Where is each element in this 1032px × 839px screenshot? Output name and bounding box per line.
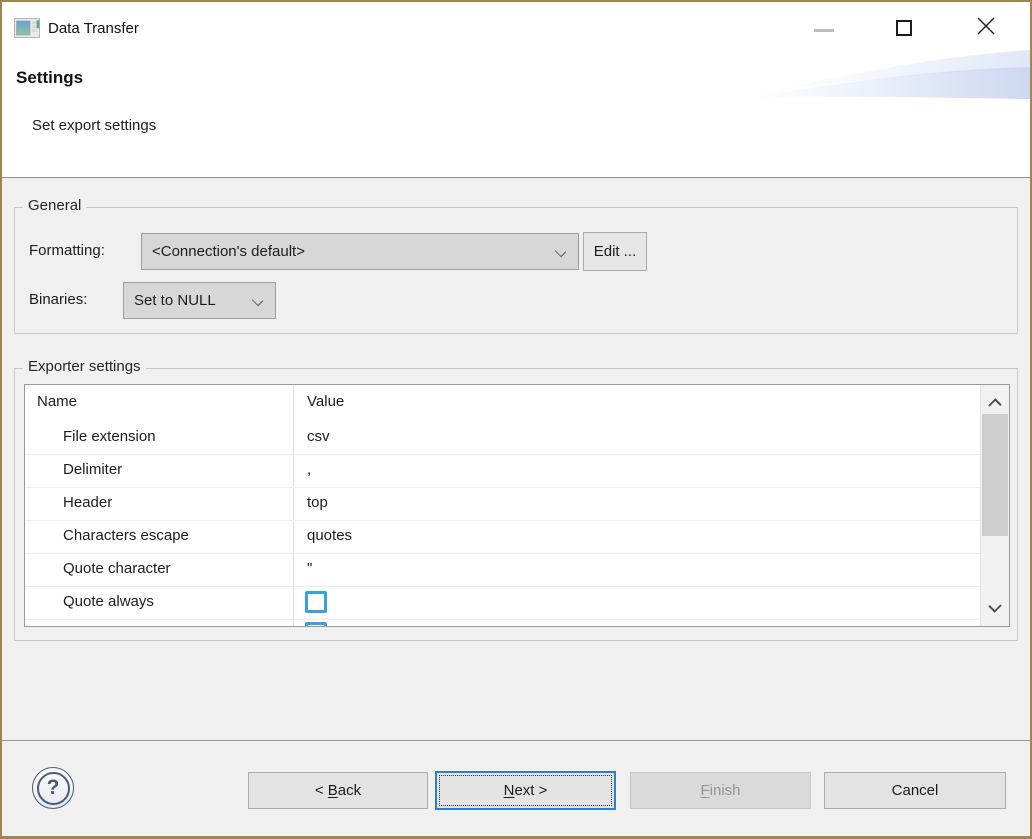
- wizard-banner: Data Transfer Settings Set export settin…: [2, 2, 1030, 178]
- binaries-selected-value: Set to NULL: [134, 292, 216, 309]
- setting-value[interactable]: top: [307, 494, 328, 511]
- close-icon[interactable]: [974, 14, 998, 38]
- page-subtitle: Set export settings: [32, 117, 156, 134]
- setting-name: File extension: [63, 428, 156, 445]
- finish-label-mnemonic: F: [700, 782, 709, 799]
- general-group-legend: General: [23, 197, 86, 214]
- cancel-button[interactable]: Cancel: [824, 772, 1006, 809]
- setting-name: Characters escape: [63, 527, 189, 544]
- back-button[interactable]: < Back: [248, 772, 428, 809]
- page-title: Settings: [16, 68, 83, 88]
- window-title: Data Transfer: [48, 20, 139, 37]
- binaries-select[interactable]: Set to NULL: [123, 282, 276, 319]
- partial-next-row: [25, 620, 980, 626]
- table-row[interactable]: Characters escape quotes: [25, 521, 980, 554]
- next-label-mnemonic: N: [504, 782, 515, 799]
- question-mark-icon: ?: [37, 772, 70, 805]
- exporter-group-legend: Exporter settings: [23, 358, 146, 375]
- setting-name: Quote always: [63, 593, 154, 610]
- next-button[interactable]: Next >: [435, 771, 616, 810]
- data-transfer-app-icon: [14, 17, 40, 39]
- setting-value[interactable]: ": [307, 560, 312, 577]
- button-bar: ? < Back Next > Finish Cancel: [2, 741, 1030, 836]
- binaries-label: Binaries:: [29, 291, 87, 308]
- setting-value[interactable]: csv: [307, 428, 330, 445]
- cancel-label: Cancel: [892, 782, 939, 799]
- next-row-checkbox-partial[interactable]: [305, 622, 327, 626]
- data-transfer-dialog: Data Transfer Settings Set export settin…: [0, 0, 1032, 839]
- finish-button: Finish: [630, 772, 811, 809]
- setting-value[interactable]: ,: [307, 461, 311, 478]
- banner-swoosh-decoration: [746, 46, 1030, 100]
- help-button[interactable]: ?: [32, 767, 74, 809]
- finish-label-suffix: inish: [710, 782, 741, 799]
- setting-value[interactable]: quotes: [307, 527, 352, 544]
- chevron-down-icon: [252, 295, 263, 306]
- setting-name: Header: [63, 494, 112, 511]
- table-row[interactable]: File extension csv: [25, 422, 980, 455]
- table-header-row: Name Value: [25, 385, 980, 422]
- setting-name: Quote character: [63, 560, 171, 577]
- formatting-label: Formatting:: [29, 242, 105, 259]
- maximize-icon[interactable]: [896, 20, 912, 36]
- scroll-down-icon[interactable]: [988, 599, 1001, 612]
- vertical-scrollbar[interactable]: [980, 385, 1009, 626]
- formatting-select[interactable]: <Connection's default>: [141, 233, 579, 270]
- exporter-settings-table: Name Value File extension csv Delimiter …: [24, 384, 1010, 627]
- column-header-value: Value: [307, 393, 344, 410]
- quote-always-checkbox[interactable]: [305, 591, 327, 613]
- scroll-up-icon[interactable]: [988, 398, 1001, 411]
- column-header-name: Name: [37, 393, 77, 410]
- table-row[interactable]: Delimiter ,: [25, 455, 980, 488]
- table-row[interactable]: Quote always: [25, 587, 980, 620]
- formatting-selected-value: <Connection's default>: [152, 243, 305, 260]
- next-label-suffix: ext >: [514, 782, 547, 799]
- general-group: General Formatting: <Connection's defaul…: [14, 207, 1018, 334]
- question-mark-glyph: ?: [47, 776, 60, 800]
- exporter-settings-group: Exporter settings Name Value File extens…: [14, 368, 1018, 641]
- table-row[interactable]: Quote character ": [25, 554, 980, 587]
- edit-button[interactable]: Edit ...: [583, 232, 647, 271]
- minimize-icon[interactable]: [814, 29, 834, 32]
- setting-name: Delimiter: [63, 461, 122, 478]
- back-label-mnemonic: B: [328, 782, 338, 799]
- chevron-down-icon: [555, 246, 566, 257]
- back-label-suffix: ack: [338, 782, 361, 799]
- scrollbar-thumb[interactable]: [982, 414, 1008, 536]
- table-row[interactable]: Header top: [25, 488, 980, 521]
- back-label-prefix: <: [315, 782, 328, 799]
